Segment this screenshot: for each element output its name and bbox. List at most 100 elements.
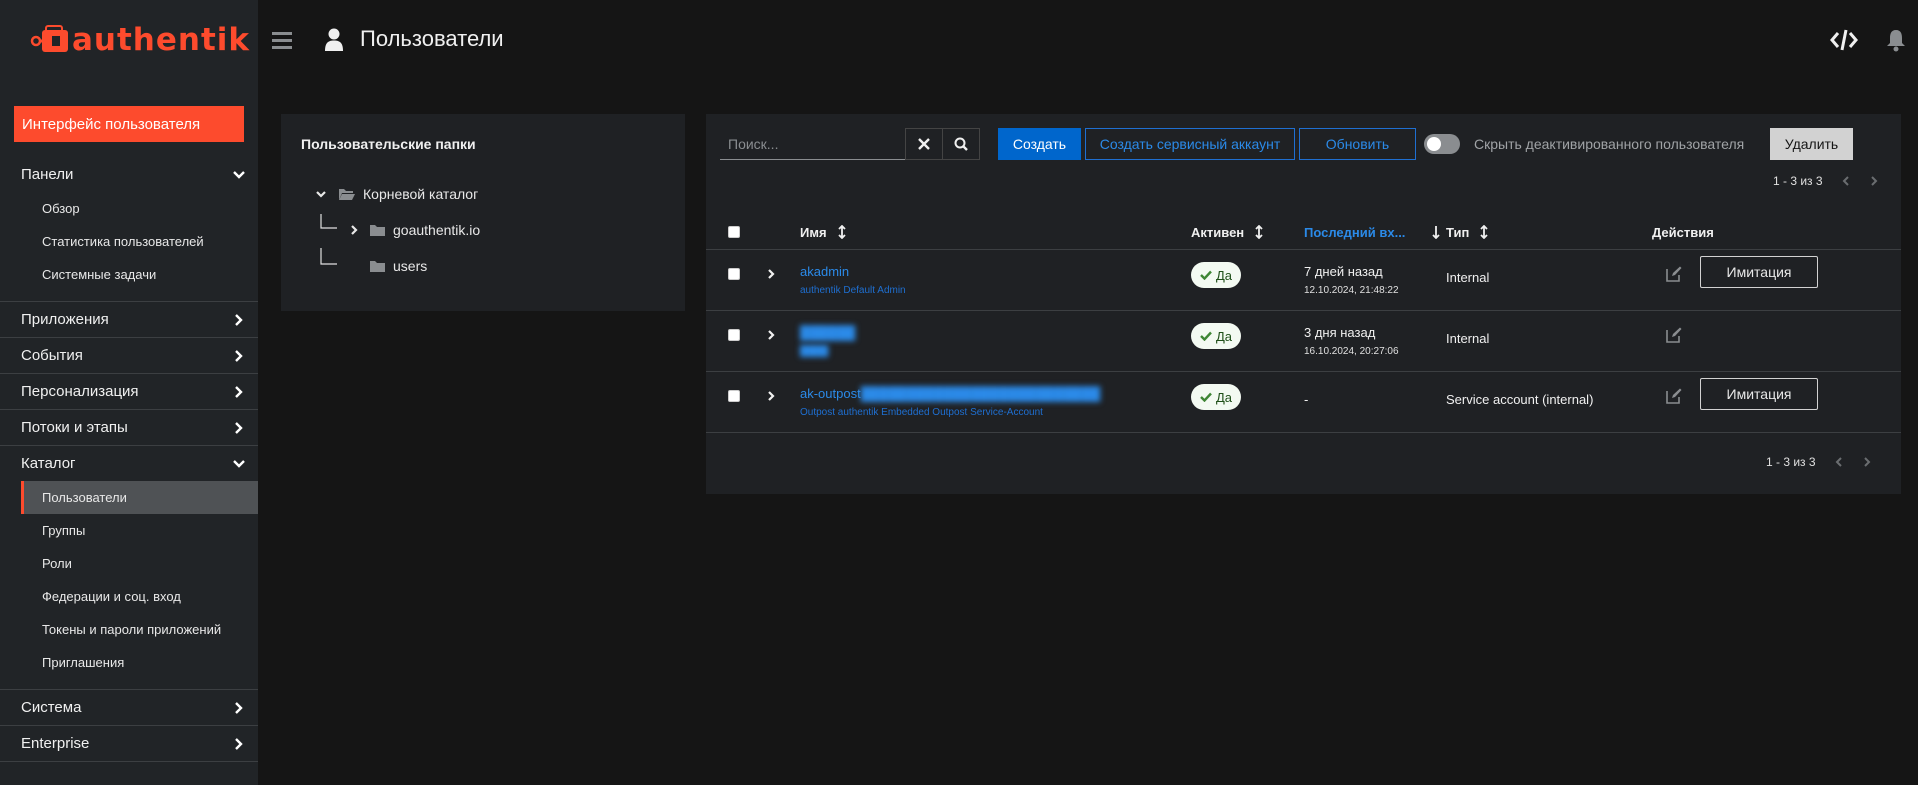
sidebar-item-overview[interactable]: Обзор	[0, 192, 258, 225]
active-badge-label: Да	[1215, 328, 1233, 344]
user-type: Internal	[1446, 270, 1490, 285]
expand-row-icon[interactable]	[766, 329, 776, 341]
bell-icon[interactable]	[1886, 28, 1906, 52]
page-title: Пользователи	[360, 26, 504, 51]
search-input[interactable]	[728, 135, 910, 152]
prev-page-button[interactable]	[1841, 175, 1851, 187]
nav-group-label: Потоки и этапы	[21, 419, 128, 436]
nav-group-flows: Потоки и этапы	[0, 410, 258, 446]
authentik-logo[interactable]: authentik	[30, 22, 250, 58]
sidebar-item-user-stats[interactable]: Статистика пользователей	[0, 225, 258, 258]
tree-node-goauthentik[interactable]: goauthentik.io	[348, 222, 480, 238]
create-service-account-button[interactable]: Создать сервисный аккаунт	[1085, 128, 1295, 160]
column-name-label: Имя	[800, 224, 827, 240]
nav-group-label: Панели	[21, 166, 74, 183]
row-checkbox[interactable]	[728, 390, 740, 402]
nav-group-applications: Приложения	[0, 302, 258, 338]
refresh-button[interactable]: Обновить	[1299, 128, 1416, 160]
column-type-label: Тип	[1446, 224, 1470, 240]
tree-node-users[interactable]: users	[370, 258, 427, 274]
sidebar-item-invitations[interactable]: Приглашения	[0, 646, 258, 679]
hamburger-menu-icon[interactable]	[272, 30, 292, 50]
edit-icon[interactable]	[1666, 266, 1682, 282]
pagination-top: 1 - 3 из 3	[1773, 174, 1879, 188]
sidebar-item-users[interactable]: Пользователи	[21, 481, 258, 514]
nav-group-directory-toggle[interactable]: Каталог	[0, 446, 258, 481]
user-interface-button[interactable]: Интерфейс пользователя	[14, 106, 244, 142]
pagination-range: 1 - 3 из 3	[1773, 174, 1823, 188]
nav-group-system-toggle[interactable]: Система	[0, 690, 258, 725]
last-login-relative: 7 дней назад	[1304, 264, 1383, 279]
row-checkbox[interactable]	[728, 268, 740, 280]
username-link[interactable]: ak-outpost██████████████████████████	[800, 386, 1100, 401]
sort-icon	[837, 225, 846, 239]
next-page-button[interactable]	[1862, 456, 1872, 468]
nav-group-enterprise: Enterprise	[0, 726, 258, 762]
table-row: akadmin authentik Default Admin Да 7 дне…	[706, 250, 1901, 311]
edit-icon[interactable]	[1666, 388, 1682, 404]
nav-group-system: Система	[0, 690, 258, 726]
username-link[interactable]: ██████	[800, 325, 855, 340]
sort-desc-icon	[1432, 226, 1441, 239]
impersonate-button[interactable]: Имитация	[1700, 256, 1818, 288]
impersonate-button[interactable]: Имитация	[1700, 378, 1818, 410]
search-submit-button[interactable]	[942, 128, 980, 160]
chevron-right-icon	[1870, 176, 1877, 186]
nav-group-applications-toggle[interactable]: Приложения	[0, 302, 258, 337]
sidebar-item-tokens[interactable]: Токены и пароли приложений	[0, 613, 258, 646]
check-icon	[1200, 331, 1212, 341]
hide-deactivated-toggle[interactable]	[1424, 134, 1460, 154]
tree-node-root[interactable]: Корневой каталог	[315, 186, 478, 202]
active-badge-label: Да	[1215, 389, 1233, 405]
nav-group-label: Каталог	[21, 455, 76, 472]
sidebar-item-system-tasks[interactable]: Системные задачи	[0, 258, 258, 291]
select-all-checkbox[interactable]	[728, 226, 740, 238]
expand-row-icon[interactable]	[766, 268, 776, 280]
table-header: Имя Активен Последний вх... Тип Действия	[706, 214, 1901, 250]
brand-name: authentik	[72, 22, 251, 58]
chevron-right-icon	[235, 385, 243, 398]
check-icon	[1200, 392, 1212, 402]
folder-open-icon	[339, 188, 355, 200]
nav-group-flows-toggle[interactable]: Потоки и этапы	[0, 410, 258, 445]
sidebar-item-roles[interactable]: Роли	[0, 547, 258, 580]
user-type: Service account (internal)	[1446, 392, 1594, 407]
column-type[interactable]: Тип	[1446, 214, 1489, 250]
nav-group-customization-toggle[interactable]: Персонализация	[0, 374, 258, 409]
nav-group-panels-toggle[interactable]: Панели	[0, 157, 258, 192]
username-link[interactable]: akadmin	[800, 264, 906, 279]
api-code-icon[interactable]	[1830, 28, 1858, 52]
sort-icon	[1480, 225, 1488, 239]
chevron-down-icon[interactable]	[315, 188, 327, 200]
column-actions: Действия	[1652, 214, 1714, 250]
nav-group-label: Персонализация	[21, 383, 139, 400]
column-name[interactable]: Имя	[800, 214, 847, 250]
nav-group-enterprise-toggle[interactable]: Enterprise	[0, 726, 258, 761]
nav-group-label: События	[21, 347, 83, 364]
row-checkbox[interactable]	[728, 329, 740, 341]
sidebar-item-groups[interactable]: Группы	[0, 514, 258, 547]
active-badge: Да	[1191, 323, 1241, 349]
edit-icon[interactable]	[1666, 327, 1682, 343]
expand-row-icon[interactable]	[766, 390, 776, 402]
sidebar-item-federation[interactable]: Федерации и соц. вход	[0, 580, 258, 613]
search-clear-button[interactable]	[905, 128, 943, 160]
create-button[interactable]: Создать	[998, 128, 1081, 160]
next-page-button[interactable]	[1869, 175, 1879, 187]
sidebar-nav: Панели Обзор Статистика пользователей Си…	[0, 157, 258, 762]
folders-title: Пользовательские папки	[301, 136, 476, 152]
chevron-right-icon[interactable]	[348, 224, 360, 236]
column-active-label: Активен	[1191, 224, 1245, 240]
column-active[interactable]: Активен	[1191, 214, 1264, 250]
table-row: ██████ ████ Да 3 дня назад 16.10.2024, 2…	[706, 311, 1901, 372]
active-badge: Да	[1191, 262, 1241, 288]
delete-button[interactable]: Удалить	[1770, 128, 1853, 160]
chevron-right-icon	[235, 313, 243, 326]
column-last-login-label: Последний вх...	[1304, 224, 1406, 240]
user-display-name: ████	[800, 346, 829, 357]
column-last-login[interactable]: Последний вх...	[1304, 214, 1441, 250]
nav-group-events-toggle[interactable]: События	[0, 338, 258, 373]
prev-page-button[interactable]	[1834, 456, 1844, 468]
chevron-down-icon	[233, 459, 245, 468]
table-row: ak-outpost██████████████████████████ Out…	[706, 372, 1901, 433]
